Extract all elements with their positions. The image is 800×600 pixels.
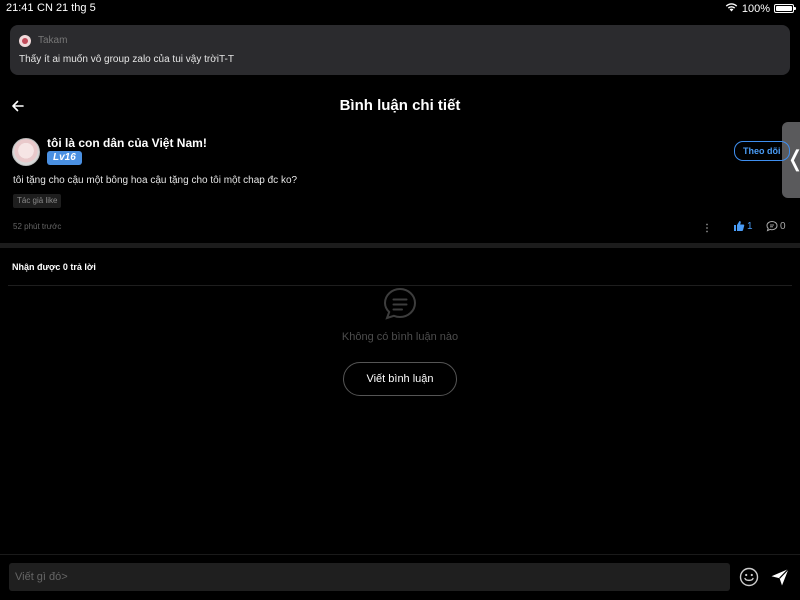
comment-input[interactable] <box>9 563 730 591</box>
emoji-button[interactable] <box>739 567 759 587</box>
comment-card: tôi là con dân của Việt Nam! Lv16 Theo d… <box>0 130 800 240</box>
header: Bình luận chi tiết <box>0 90 800 122</box>
empty-state-text: Không có bình luận nào <box>341 331 459 343</box>
status-right: 100% <box>725 2 796 15</box>
status-time: 21:41 <box>6 2 34 14</box>
page-title: Bình luận chi tiết <box>339 97 461 114</box>
follow-button[interactable]: Theo dõi <box>734 141 790 161</box>
status-date: CN 21 thg 5 <box>37 2 96 14</box>
comment-text: tôi tặng cho cậu một bông hoa cậu tặng c… <box>13 175 298 186</box>
reply-count: 0 <box>780 220 786 232</box>
comment-timestamp: 52 phút trước <box>13 222 62 231</box>
notification-message: Thấy ít ai muốn vô group zalo của tui vậ… <box>19 54 234 65</box>
battery-percent: 100% <box>741 2 770 15</box>
comment-username[interactable]: tôi là con dân của Việt Nam! <box>47 136 207 150</box>
status-bar: 21:41 CN 21 thg 5 100% <box>0 0 800 16</box>
bottom-divider <box>0 554 800 555</box>
send-icon <box>771 568 789 586</box>
chat-bubble-icon <box>766 220 778 232</box>
smiley-icon <box>739 567 759 587</box>
send-button[interactable] <box>770 567 790 587</box>
reply-button[interactable]: 0 <box>766 220 786 232</box>
more-options-icon[interactable] <box>704 221 710 233</box>
battery-icon <box>774 4 796 13</box>
notification-sender: Takam <box>38 35 68 46</box>
avatar[interactable] <box>12 138 40 166</box>
author-like-badge: Tác giả like <box>13 194 62 208</box>
wifi-icon <box>725 2 738 15</box>
section-divider <box>0 243 800 248</box>
empty-comments-icon <box>382 286 418 322</box>
page: 21:41 CN 21 thg 5 100% Takam Thấy ít ai … <box>0 0 800 600</box>
level-badge: Lv16 <box>47 151 82 165</box>
write-comment-button[interactable]: Viết bình luận <box>343 362 457 396</box>
thumbs-up-icon <box>734 221 745 231</box>
notification-banner[interactable]: Takam Thấy ít ai muốn vô group zalo của … <box>10 25 790 75</box>
like-button[interactable]: 1 <box>733 220 753 232</box>
replies-count-header: Nhận được 0 trả lời <box>12 262 96 272</box>
like-count: 1 <box>747 220 753 232</box>
notification-avatar <box>19 35 31 47</box>
